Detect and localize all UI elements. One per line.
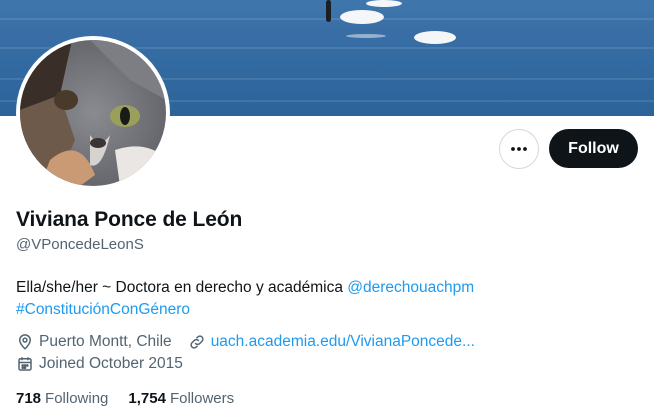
calendar-icon (16, 355, 34, 373)
more-options-button[interactable] (499, 129, 539, 169)
bio-text: Ella/she/her ~ Doctora en derecho y acad… (16, 279, 348, 296)
follow-stats: 718 Following 1,754 Followers (16, 390, 234, 407)
profile-website-link[interactable]: uach.academia.edu/VivianaPoncede... (211, 333, 475, 351)
follow-button[interactable]: Follow (549, 129, 638, 168)
swan-body (414, 31, 456, 44)
profile-meta-row: Puerto Montt, Chile uach.academia.edu/Vi… (16, 333, 475, 351)
swan-neck (326, 0, 331, 22)
location-pin-icon (16, 333, 34, 351)
bio-mention-link[interactable]: @derechouachpm (347, 279, 474, 296)
link-icon (188, 333, 206, 351)
more-horizontal-icon (511, 147, 527, 151)
followers-count: 1,754 (128, 390, 166, 407)
profile-joined-row: Joined October 2015 (16, 355, 183, 373)
profile-joined-date: Joined October 2015 (39, 355, 183, 372)
following-count: 718 (16, 390, 42, 407)
following-label: Following (45, 390, 109, 407)
bio-hashtag-link[interactable]: #ConstituciónConGénero (16, 301, 190, 318)
profile-bio: Ella/she/her ~ Doctora en derecho y acad… (16, 277, 636, 321)
profile-name: Viviana Ponce de León (16, 208, 243, 231)
cat-avatar-image (20, 40, 166, 186)
followers-label: Followers (169, 390, 235, 407)
swan-body (366, 0, 402, 7)
swan-reflection (346, 34, 386, 38)
profile-handle: @VPoncedeLeonS (16, 236, 144, 253)
avatar[interactable] (16, 36, 170, 190)
following-link[interactable]: 718 Following (16, 390, 108, 407)
swan-body (340, 10, 384, 24)
profile-location: Puerto Montt, Chile (39, 333, 172, 350)
followers-link[interactable]: 1,754 Followers (128, 390, 234, 407)
